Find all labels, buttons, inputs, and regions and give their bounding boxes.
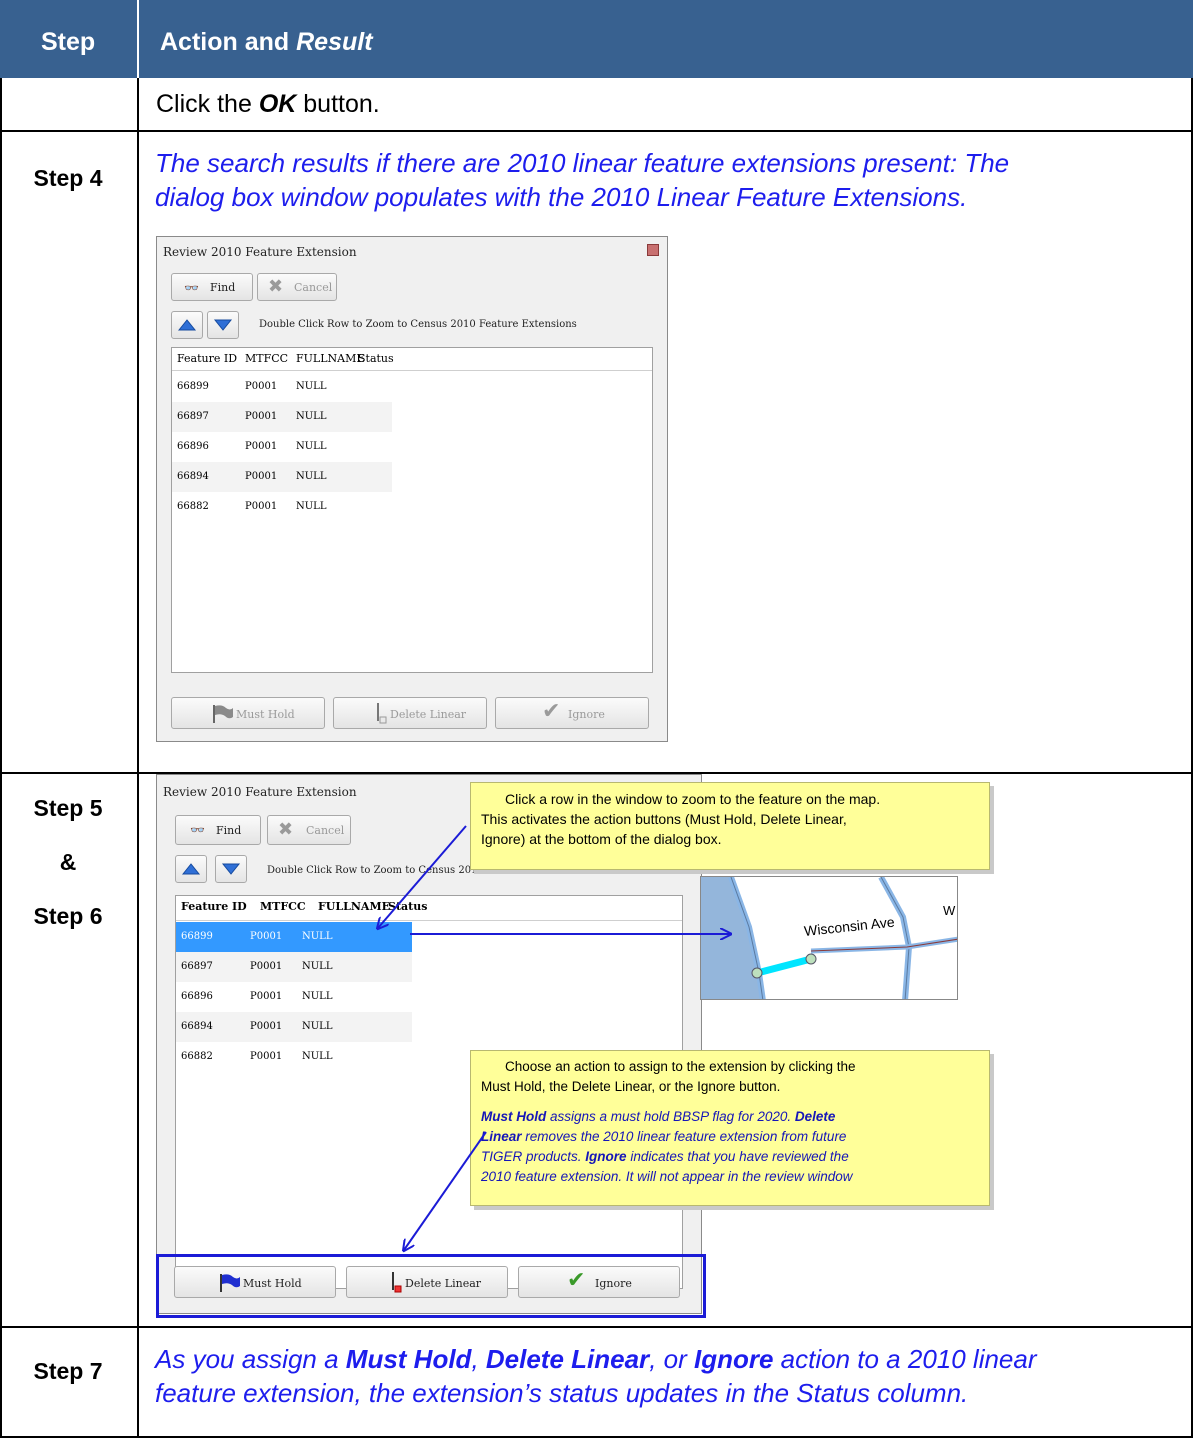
callout-choose-action: Choose an action to assign to the extens… bbox=[470, 1050, 990, 1206]
step-6-label: Step 6 bbox=[33, 903, 103, 929]
table-header-row: Feature ID MTFCC FULLNAME Status bbox=[172, 348, 652, 371]
header-action: Action and Result bbox=[160, 28, 373, 56]
delete-linear-icon bbox=[392, 1272, 402, 1293]
table-row[interactable]: 66894 P0001 NULL bbox=[176, 1012, 412, 1042]
binoculars-icon: 👓 bbox=[184, 281, 199, 295]
checkmark-icon: ✔ bbox=[567, 1268, 586, 1293]
must-hold-button[interactable]: Must Hold bbox=[171, 697, 325, 729]
table-row[interactable]: 66897 P0001 NULL bbox=[176, 952, 412, 982]
col-status[interactable]: Status bbox=[358, 352, 394, 365]
col-status[interactable]: Status bbox=[388, 900, 427, 913]
feature-table: Feature ID MTFCC FULLNAME Status 66899 P0… bbox=[171, 347, 653, 673]
table-header-row: Feature ID MTFCC FULLNAME Status bbox=[176, 896, 682, 921]
header-step: Step bbox=[41, 28, 96, 56]
dialog-instruction: Double Click Row to Zoom to Census 2010 … bbox=[259, 319, 577, 330]
move-up-button[interactable] bbox=[175, 855, 207, 883]
delete-linear-icon bbox=[377, 703, 387, 724]
table-row[interactable]: 66896 P0001 NULL bbox=[176, 982, 412, 1012]
find-button[interactable]: 👓 Find bbox=[171, 273, 253, 301]
move-up-button[interactable] bbox=[171, 311, 203, 339]
ampersand-label: & bbox=[59, 849, 77, 875]
table-row[interactable]: 66894 P0001 NULL bbox=[172, 462, 392, 492]
dialog-title: Review 2010 Feature Extension bbox=[163, 785, 357, 799]
table-row[interactable]: 66882 P0001 NULL bbox=[176, 1042, 412, 1072]
triangle-up-icon bbox=[177, 319, 197, 331]
row2-result-line1: The search results if there are 2010 lin… bbox=[155, 148, 1010, 178]
row4-result-line1: As you assign a Must Hold, Delete Linear… bbox=[155, 1344, 1037, 1374]
table-row[interactable]: 66899 P0001 NULL bbox=[172, 372, 392, 402]
ignore-button[interactable]: ✔ Ignore bbox=[518, 1266, 680, 1298]
row2-result-line2: dialog box window populates with the 201… bbox=[155, 182, 968, 212]
map-graphic bbox=[701, 877, 957, 999]
dialog-title: Review 2010 Feature Extension bbox=[163, 245, 357, 259]
step-4-label: Step 4 bbox=[33, 165, 103, 191]
callout-select-row: Click a row in the window to zoom to the… bbox=[470, 782, 990, 870]
col-mtfcc[interactable]: MTFCC bbox=[245, 352, 288, 365]
dialog-close-icon[interactable] bbox=[647, 244, 659, 256]
cancel-x-icon: ✖ bbox=[278, 819, 294, 840]
must-hold-button[interactable]: Must Hold bbox=[174, 1266, 336, 1298]
ignore-button[interactable]: ✔ Ignore bbox=[495, 697, 649, 729]
row1-instruction: Click the OK button. bbox=[156, 90, 380, 118]
map-street-label: W bbox=[943, 903, 956, 918]
review-dialog-1: Review 2010 Feature Extension 👓 Find ✖ C… bbox=[156, 236, 668, 742]
map-inset: Wisconsin Ave W bbox=[700, 876, 958, 1000]
table-row-selected[interactable]: 66899 P0001 NULL bbox=[176, 922, 412, 952]
col-fullname[interactable]: FULLNAME bbox=[296, 352, 364, 365]
col-mtfcc[interactable]: MTFCC bbox=[260, 900, 306, 913]
cancel-button[interactable]: ✖ Cancel bbox=[267, 815, 351, 845]
flag-icon bbox=[220, 1274, 240, 1292]
delete-linear-button[interactable]: Delete Linear bbox=[333, 697, 487, 729]
triangle-down-icon bbox=[213, 319, 233, 331]
move-down-button[interactable] bbox=[215, 855, 247, 883]
flag-icon bbox=[213, 705, 233, 723]
step-5-label: Step 5 bbox=[33, 795, 103, 821]
table-row[interactable]: 66896 P0001 NULL bbox=[172, 432, 392, 462]
cancel-x-icon: ✖ bbox=[268, 276, 284, 297]
table-row[interactable]: 66897 P0001 NULL bbox=[172, 402, 392, 432]
find-button[interactable]: 👓 Find bbox=[175, 815, 261, 845]
col-feature-id[interactable]: Feature ID bbox=[181, 900, 247, 913]
table-row[interactable]: 66882 P0001 NULL bbox=[172, 492, 392, 522]
binoculars-icon: 👓 bbox=[190, 823, 205, 837]
step-7-label: Step 7 bbox=[33, 1358, 103, 1384]
move-down-button[interactable] bbox=[207, 311, 239, 339]
cancel-button[interactable]: ✖ Cancel bbox=[257, 273, 337, 301]
triangle-up-icon bbox=[181, 863, 201, 875]
col-feature-id[interactable]: Feature ID bbox=[177, 352, 237, 365]
col-fullname[interactable]: FULLNAME bbox=[318, 900, 390, 913]
triangle-down-icon bbox=[221, 863, 241, 875]
delete-linear-button[interactable]: Delete Linear bbox=[346, 1266, 508, 1298]
checkmark-icon: ✔ bbox=[542, 699, 561, 724]
row4-result-line2: feature extension, the extension’s statu… bbox=[155, 1378, 969, 1408]
